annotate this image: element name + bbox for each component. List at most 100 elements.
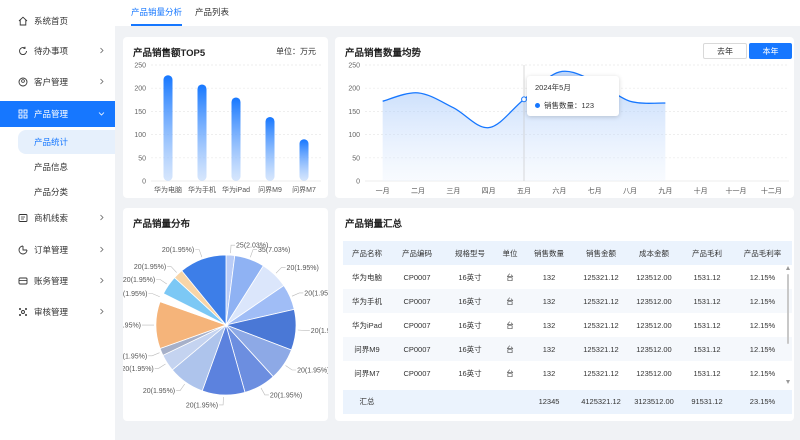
sidebar-item-label: 账务管理 xyxy=(34,276,69,286)
sidebar-subitem-category[interactable]: 产品分类 xyxy=(18,180,115,204)
order-icon xyxy=(18,245,28,255)
slice-label: 20(1.95%) xyxy=(123,366,154,373)
totals-label: 汇总 xyxy=(359,397,375,406)
table-cell: 台 xyxy=(506,272,514,282)
sidebar-item-label: 商机线索 xyxy=(34,213,69,223)
table-row[interactable]: 华为iPad CP0007 16英寸 台 132 125321.12 123512.00 15… xyxy=(343,313,792,337)
table-cell: 123512.00 xyxy=(627,289,681,313)
table-cell: 125321.12 xyxy=(575,289,627,313)
slice-label: 20(1.95%) xyxy=(143,388,175,395)
table-cell: 问界M7 xyxy=(354,368,380,378)
clue-icon xyxy=(18,213,28,223)
tab-product-list[interactable]: 产品列表 xyxy=(195,0,229,26)
chevron-down-icon xyxy=(98,112,105,116)
table-cell: 16英寸 xyxy=(443,337,497,361)
label-leader-line xyxy=(154,363,166,369)
table-row[interactable]: 问界M9 CP0007 16英寸台 132 125321.12 123512.00 1531… xyxy=(343,337,792,361)
table-cell: CP0007 xyxy=(391,337,443,361)
sidebar-item-audit[interactable]: 审核管理 xyxy=(0,299,115,325)
y-tick-label: 50 xyxy=(138,155,146,162)
column-header: 产品名称 xyxy=(343,241,391,265)
sidebar-item-customer[interactable]: 客户管理 xyxy=(0,69,115,95)
table-cell: CP0007 xyxy=(403,320,431,330)
label-leader-line xyxy=(195,249,203,258)
label-leader-line xyxy=(230,244,236,254)
panel-title: 产品销量汇总 xyxy=(345,219,403,230)
sidebar-item-label: 待办事项 xyxy=(34,46,69,56)
label-leader-line xyxy=(285,365,297,371)
bar xyxy=(299,139,309,181)
sidebar-item-orders[interactable]: 订单管理 xyxy=(0,237,115,263)
x-tick-label: 三月 xyxy=(446,187,460,195)
totals-row: 汇总 12345 4125321.12 3123512.00 91531.12 … xyxy=(343,390,792,414)
table-cell: 125321.12 xyxy=(583,272,619,282)
x-tick-label: 一月 xyxy=(376,187,390,195)
chart-tooltip: 2024年5月 销售数量： 123 xyxy=(527,76,619,116)
y-tick-label: 0 xyxy=(356,179,360,186)
table-cell: 132 xyxy=(542,320,556,330)
label-leader-line xyxy=(250,249,258,258)
slice-label: 20(1.95%) xyxy=(123,277,155,284)
sidebar-item-label: 客户管理 xyxy=(34,77,69,87)
x-tick-label: 华为电脑 xyxy=(154,185,182,194)
column-header: 成本金额 xyxy=(627,241,681,265)
table-row[interactable]: 华为手机 CP0007 16英寸台 132 125321.12 123512.00 1531… xyxy=(343,289,792,313)
table-row[interactable]: 华为电脑 CP0007 16英寸 台 132 125321.12 123512.00 1531… xyxy=(343,265,792,289)
totals-sales: 4125321.12 xyxy=(581,397,621,406)
distribution-pie-chart: 25(2.03%)35(7.03%)20(1.95%)20(1.95%)20(1… xyxy=(123,243,328,410)
table-row[interactable]: 问界M7 CP0007 16英寸 台 132 125321.12 123512.00 1531… xyxy=(343,361,792,385)
label-leader-line xyxy=(275,267,286,274)
table-header: 产品名称 产品编码 规格型号 单位 销售数量 销售金额 成本金额 产品毛利 产品… xyxy=(343,241,792,265)
totals-cost: 3123512.00 xyxy=(634,397,674,406)
x-tick-label: 十二月 xyxy=(761,186,782,195)
x-tick-label: 华为iPad xyxy=(222,185,250,194)
column-header: 销售数量 xyxy=(523,241,575,265)
x-tick-label: 四月 xyxy=(482,187,496,195)
sidebar-item-label: 审核管理 xyxy=(34,307,69,317)
table-cell: 1531.12 xyxy=(681,337,733,361)
label-leader-line xyxy=(148,293,160,298)
table-cell: 125321.12 xyxy=(583,368,619,378)
sidebar-item-home[interactable]: 系统首页 xyxy=(0,8,115,34)
table-cell: 16英寸 xyxy=(458,368,482,378)
chevron-right-icon xyxy=(100,308,104,315)
sidebar-item-todo[interactable]: 待办事项 xyxy=(0,38,115,64)
tooltip-label: 销售数量： xyxy=(544,101,582,110)
tab-bar: 产品销量分析 产品列表 xyxy=(115,0,800,26)
audit-icon xyxy=(18,307,28,317)
hover-point xyxy=(521,96,527,103)
table-cell: 12.15% xyxy=(749,368,776,378)
sidebar-subitem-stats[interactable]: 产品统计 xyxy=(18,130,115,154)
table-cell: 132 xyxy=(542,368,556,378)
sidebar-item-accounts[interactable]: 账务管理 xyxy=(0,268,115,294)
y-tick-label: 100 xyxy=(348,132,360,139)
column-header: 产品毛利率 xyxy=(733,241,792,265)
sidebar-subitem-info[interactable]: 产品信息 xyxy=(18,155,115,179)
chevron-right-icon xyxy=(100,277,104,284)
table-cell: 132 xyxy=(523,337,575,361)
label-leader-line xyxy=(176,383,185,391)
label-leader-line xyxy=(219,396,224,406)
column-header: 产品毛利 xyxy=(681,241,733,265)
sidebar-item-product[interactable]: 产品管理 xyxy=(0,101,115,127)
table-cell: 1531.12 xyxy=(693,320,721,330)
tab-sales-analysis[interactable]: 产品销量分析 xyxy=(131,0,183,26)
table-cell: 123512.00 xyxy=(636,272,672,282)
label-leader-line xyxy=(156,279,167,285)
table-cell: 132 xyxy=(523,289,575,313)
chevron-right-icon xyxy=(100,214,104,221)
table-cell: 12.15% xyxy=(733,289,792,313)
x-tick-label: 七月 xyxy=(588,186,602,195)
user-icon xyxy=(18,77,28,87)
summary-table: 产品名称 产品编码 规格型号 单位 销售数量 销售金额 成本金额 产品毛利 产品… xyxy=(343,241,792,385)
slice-label: 20(1.95%) xyxy=(123,353,147,360)
table-cell: 华为电脑 xyxy=(352,272,382,282)
slice-label: 20(1.95%) xyxy=(311,328,328,335)
x-tick-label: 二月 xyxy=(411,187,425,195)
x-tick-label: 十月 xyxy=(694,186,708,195)
sidebar-item-label: 订单管理 xyxy=(34,245,69,255)
y-tick-label: 50 xyxy=(352,155,360,162)
x-tick-label: 华为手机 xyxy=(188,185,216,194)
table-scrollbar[interactable] xyxy=(786,266,790,384)
sidebar-item-leads[interactable]: 商机线索 xyxy=(0,205,115,231)
